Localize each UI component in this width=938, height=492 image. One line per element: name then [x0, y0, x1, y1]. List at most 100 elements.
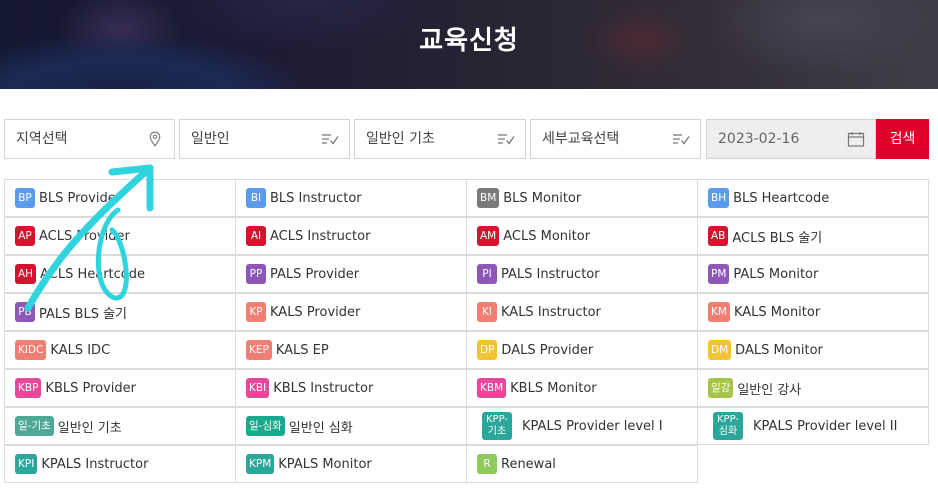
- course-item[interactable]: KBM KBLS Monitor: [466, 369, 698, 407]
- course-badge: DP: [477, 340, 498, 360]
- course-label: ACLS Instructor: [270, 228, 371, 244]
- course-badge: AH: [15, 264, 37, 284]
- course-label: KPALS Monitor: [278, 456, 372, 472]
- course-item[interactable]: KBI KBLS Instructor: [235, 369, 467, 407]
- course-badge: 일-심화: [246, 416, 285, 436]
- course-item[interactable]: KI KALS Instructor: [466, 293, 698, 331]
- course-badge: AP: [15, 226, 35, 246]
- course-item[interactable]: BP BLS Provider: [4, 179, 236, 217]
- course-item[interactable]: AB ACLS BLS 술기: [697, 217, 929, 255]
- course-label: DALS Monitor: [735, 342, 823, 358]
- list-check-icon: [498, 134, 515, 145]
- course-item[interactable]: 일-기초 일반인 기초: [4, 407, 236, 445]
- course-item[interactable]: DP DALS Provider: [466, 331, 698, 369]
- course-item[interactable]: DM DALS Monitor: [697, 331, 929, 369]
- list-check-icon: [673, 134, 690, 145]
- detail-course-select[interactable]: 세부교육선택: [530, 119, 701, 159]
- hero-banner: 교육신청: [0, 0, 938, 89]
- course-item[interactable]: KPM KPALS Monitor: [235, 445, 467, 483]
- course-item[interactable]: AI ACLS Instructor: [235, 217, 467, 255]
- course-item[interactable]: 일-심화 일반인 심화: [235, 407, 467, 445]
- course-item[interactable]: AH ACLS Heartcode: [4, 255, 236, 293]
- course-label: BLS Monitor: [503, 190, 582, 206]
- course-badge: R: [477, 454, 497, 474]
- course-badge: KBM: [477, 378, 507, 398]
- course-item[interactable]: BH BLS Heartcode: [697, 179, 929, 217]
- course-badge: KI: [477, 302, 497, 322]
- map-pin-icon: [149, 131, 161, 147]
- category-select[interactable]: 일반인: [179, 119, 350, 159]
- course-badge: PP: [246, 264, 266, 284]
- course-label: KBLS Instructor: [273, 380, 374, 396]
- course-label: KPALS Provider level II: [753, 418, 898, 434]
- course-item[interactable]: KPP- 기초 KPALS Provider level I: [466, 407, 698, 445]
- course-label: 일반인 강사: [737, 382, 802, 398]
- course-item[interactable]: KPP- 심화 KPALS Provider level II: [697, 407, 929, 445]
- course-badge: KPI: [15, 454, 38, 474]
- course-item[interactable]: KEP KALS EP: [235, 331, 467, 369]
- course-badge: PB: [15, 302, 35, 322]
- course-item[interactable]: PB PALS BLS 술기: [4, 293, 236, 331]
- course-label: DALS Provider: [501, 342, 594, 358]
- course-label: ACLS BLS 술기: [732, 230, 823, 246]
- region-select[interactable]: 지역선택: [4, 119, 175, 159]
- course-badge: KM: [708, 302, 730, 322]
- course-badge: KPP- 기초: [482, 412, 513, 440]
- course-item[interactable]: KBP KBLS Provider: [4, 369, 236, 407]
- course-item[interactable]: KM KALS Monitor: [697, 293, 929, 331]
- course-label: KBLS Provider: [45, 380, 137, 396]
- course-badge: KBI: [246, 378, 270, 398]
- course-badge: BP: [15, 188, 35, 208]
- course-badge: KEP: [246, 340, 272, 360]
- course-label: 일반인 심화: [288, 420, 353, 436]
- detail-course-select-label: 세부교육선택: [542, 131, 620, 147]
- calendar-icon: [847, 132, 865, 147]
- course-item[interactable]: KPI KPALS Instructor: [4, 445, 236, 483]
- course-badge: 일-기초: [15, 416, 54, 436]
- course-badge: KBP: [15, 378, 42, 398]
- course-item[interactable]: AM ACLS Monitor: [466, 217, 698, 255]
- course-select[interactable]: 일반인 기초: [354, 119, 526, 159]
- course-badge: BH: [708, 188, 730, 208]
- course-badge: KPP- 심화: [713, 412, 744, 440]
- course-label: PALS Instructor: [501, 266, 600, 282]
- category-select-label: 일반인: [191, 131, 230, 147]
- course-badge: DM: [708, 340, 732, 360]
- date-input[interactable]: 2023-02-16: [706, 119, 876, 159]
- course-item[interactable]: BI BLS Instructor: [235, 179, 467, 217]
- course-label: 일반인 기초: [57, 420, 122, 436]
- course-item[interactable]: R Renewal: [466, 445, 698, 483]
- course-label: PALS BLS 술기: [39, 306, 127, 322]
- course-label: PALS Provider: [270, 266, 360, 282]
- course-badge: AB: [708, 226, 729, 246]
- course-label: PALS Monitor: [733, 266, 819, 282]
- course-select-label: 일반인 기초: [366, 131, 435, 147]
- course-label: KALS Instructor: [501, 304, 601, 320]
- course-item[interactable]: KP KALS Provider: [235, 293, 467, 331]
- course-badge: BM: [477, 188, 500, 208]
- course-item[interactable]: 일강 일반인 강사: [697, 369, 929, 407]
- course-item[interactable]: AP ACLS Provider: [4, 217, 236, 255]
- course-label: KALS Provider: [270, 304, 361, 320]
- course-label: KALS IDC: [50, 342, 111, 358]
- course-item[interactable]: PI PALS Instructor: [466, 255, 698, 293]
- course-badge: AM: [477, 226, 500, 246]
- search-button[interactable]: 검색: [876, 119, 929, 159]
- course-label: KPALS Instructor: [41, 456, 149, 472]
- course-item[interactable]: PP PALS Provider: [235, 255, 467, 293]
- course-label: ACLS Provider: [39, 228, 130, 244]
- region-select-label: 지역선택: [16, 131, 68, 147]
- course-badge: AI: [246, 226, 266, 246]
- course-label: BLS Instructor: [270, 190, 362, 206]
- course-label: KALS EP: [275, 342, 329, 358]
- course-item[interactable]: BM BLS Monitor: [466, 179, 698, 217]
- course-badge: PM: [708, 264, 730, 284]
- course-label: BLS Heartcode: [733, 190, 830, 206]
- course-label: KALS Monitor: [733, 304, 821, 320]
- course-label: ACLS Monitor: [503, 228, 591, 244]
- course-item[interactable]: PM PALS Monitor: [697, 255, 929, 293]
- course-label: Renewal: [501, 456, 556, 472]
- course-badge: KPM: [246, 454, 275, 474]
- course-badge: BI: [246, 188, 266, 208]
- course-item[interactable]: KIDC KALS IDC: [4, 331, 236, 369]
